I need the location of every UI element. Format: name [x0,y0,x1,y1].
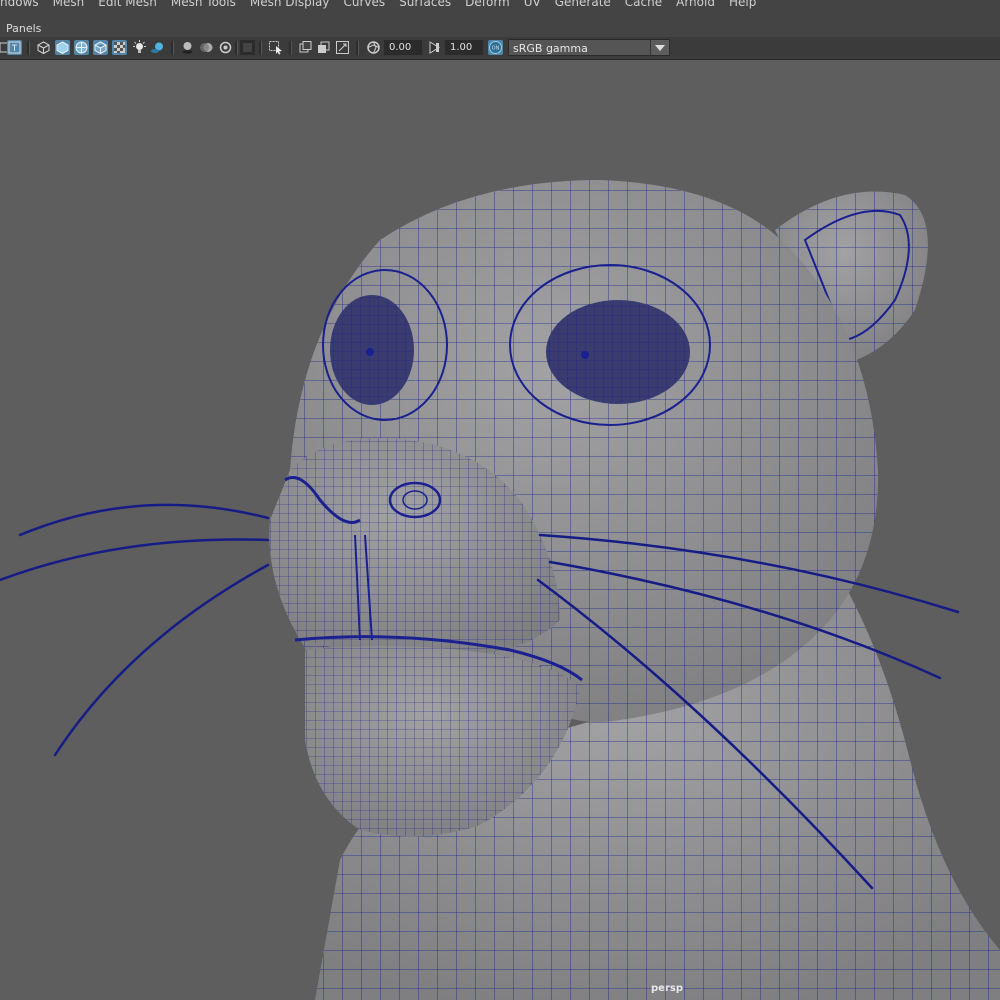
menu-generate[interactable]: Generate [555,0,611,9]
menu-mesh[interactable]: Mesh [53,0,85,9]
shade-wireframe-icon[interactable] [74,40,89,55]
menu-help[interactable]: Help [729,0,756,9]
panel-menubar: Panels [0,20,1000,37]
menu-arnold[interactable]: Arnold [676,0,715,9]
wireframe-icon[interactable] [36,40,51,55]
panels-menu[interactable]: Panels [6,22,41,35]
lock-camera-icon[interactable] [316,40,331,55]
menu-cache[interactable]: Cache [625,0,662,9]
perspective-viewport[interactable]: persp [0,60,1000,1000]
right-eye [546,300,690,404]
color-management-value: sRGB gamma [513,42,588,55]
exposure-icon[interactable] [366,40,381,55]
camera-name-label: persp [651,983,683,994]
toolbar-separator [289,41,292,55]
toolbar-separator [171,41,174,55]
menu-mesh-display[interactable]: Mesh Display [250,0,330,9]
textured-icon[interactable] [93,40,108,55]
motion-blur-icon[interactable] [199,40,214,55]
menu-curves[interactable]: Curves [344,0,386,9]
color-management-icon[interactable]: ON [488,40,503,55]
otter-wireframe-mesh [0,180,1000,1000]
smooth-shade-icon[interactable] [55,40,70,55]
left-eye [330,295,414,405]
menu-surfaces[interactable]: Surfaces [399,0,451,9]
color-management-dropdown[interactable]: sRGB gamma [508,39,670,56]
svg-text:ON: ON [492,46,500,52]
chevron-down-icon[interactable] [650,40,669,55]
toolbar-separator [356,41,359,55]
select-camera-icon[interactable] [268,40,283,55]
menu-ndows[interactable]: ndows [0,0,39,9]
toolbar-separator [235,41,238,55]
antialias-icon[interactable] [218,40,233,55]
menu-deform[interactable]: Deform [465,0,510,9]
menu-edit-mesh[interactable]: Edit Mesh [98,0,157,9]
film-gate-icon[interactable] [7,40,22,55]
menu-mesh-tools[interactable]: Mesh Tools [171,0,236,9]
toolbar-separator [27,41,30,55]
isolate-select-icon[interactable] [240,40,255,55]
xray-icon[interactable] [112,40,127,55]
resolution-gate-icon[interactable] [335,40,350,55]
two-panel-icon[interactable] [298,40,313,55]
menu-uv[interactable]: UV [524,0,541,9]
toolbar-separator [259,41,262,55]
gamma-field[interactable]: 1.00 [445,40,483,55]
exposure-field[interactable]: 0.00 [384,40,422,55]
menubar-items: ndows Mesh Edit Mesh Mesh Tools Mesh Display… [0,0,770,11]
main-menubar: ndows Mesh Edit Mesh Mesh Tools Mesh Display… [0,0,1000,21]
gamma-icon[interactable] [427,40,442,55]
panel-toolbar: 0.00 1.00 ON sRGB gamma [0,37,1000,60]
ambient-occlusion-icon[interactable] [180,40,195,55]
lights-icon[interactable] [132,40,147,55]
shadows-icon[interactable] [150,40,165,55]
